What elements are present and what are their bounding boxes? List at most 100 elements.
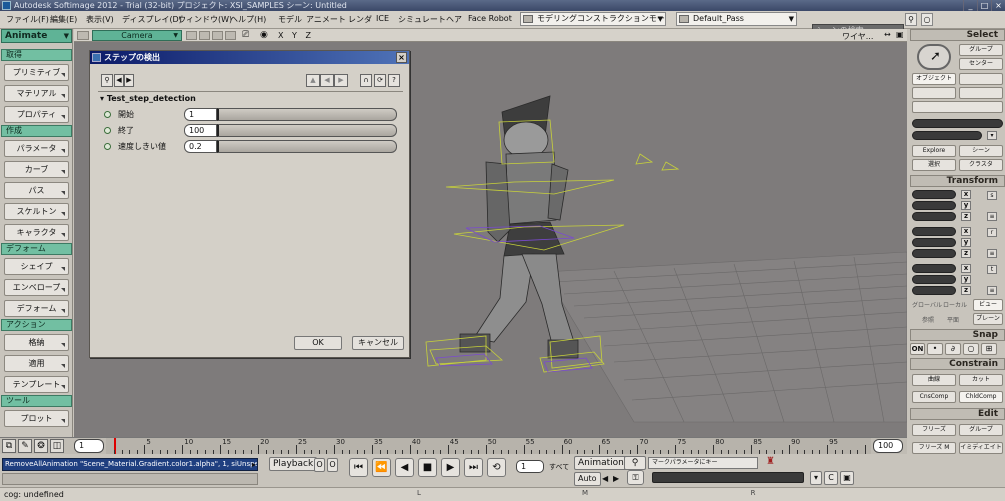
ok-button[interactable]: OK [294, 336, 342, 350]
material-button[interactable]: マテリアル [4, 85, 69, 102]
marked-parameters-bar[interactable] [652, 472, 804, 483]
minimize-button[interactable]: _ [963, 0, 977, 11]
animation-menu-button[interactable]: Animation [574, 456, 628, 470]
loop-icon[interactable]: ⟲ [487, 458, 506, 477]
rotate-x-field[interactable] [912, 227, 956, 236]
mark-param-icon[interactable]: ♜ [766, 456, 775, 467]
playback-option-icon-2[interactable]: O [327, 458, 338, 472]
selection-menu-icon[interactable]: ▾ [987, 131, 997, 140]
scale-tool-icon[interactable]: s [987, 191, 997, 200]
z-axis-toggle[interactable]: z [961, 249, 971, 258]
character-button[interactable]: キャラクタ [4, 224, 69, 241]
menu-render[interactable]: レンダ [348, 14, 372, 25]
end-field[interactable]: 100 [184, 124, 217, 137]
refresh-marking-icon[interactable]: C [824, 471, 838, 485]
group-edit-button[interactable]: グループ [959, 424, 1003, 436]
transform-header[interactable]: Transform [910, 175, 1005, 187]
lock-icon[interactable]: ∩ [360, 74, 372, 87]
scale-menu-icon[interactable]: ≡ [987, 212, 997, 221]
menu-hair[interactable]: ヘア [446, 14, 462, 25]
menu-animate[interactable]: アニメート [306, 14, 346, 25]
camera-combo[interactable]: Camera ▼ [92, 30, 182, 41]
path-button[interactable]: パス [4, 182, 69, 199]
search-icon[interactable]: ⚲ [905, 13, 917, 26]
playback-option-icon[interactable]: O [314, 458, 325, 472]
snap-surface-icon[interactable]: ○ [963, 343, 979, 355]
scale-x-field[interactable] [912, 190, 956, 199]
immediate-button[interactable]: イミディエイト [959, 442, 1003, 454]
skeleton-button[interactable]: スケルトン [4, 203, 69, 220]
animation-divot-icon[interactable] [104, 143, 111, 150]
scale-y-field[interactable] [912, 201, 956, 210]
current-frame-field[interactable]: 1 [516, 460, 544, 473]
z-axis-toggle[interactable]: z [961, 212, 971, 221]
selection-button[interactable]: 選択 [912, 159, 956, 171]
viewport-option-icon[interactable]: ↔ [884, 30, 891, 39]
end-slider[interactable] [217, 124, 397, 137]
eye-icon[interactable]: ◉ [260, 30, 268, 40]
snap-curve-icon[interactable]: ∂ [945, 343, 961, 355]
center-select-button[interactable]: センター [959, 58, 1003, 70]
scene-layer-icon[interactable]: ⧉ [2, 439, 16, 453]
select-arrow-icon[interactable]: ➚ [917, 44, 951, 70]
cancel-button[interactable]: キャンセル [352, 336, 404, 350]
store-button[interactable]: 格納 [4, 334, 69, 351]
z-axis-toggle[interactable]: z [961, 286, 971, 295]
snap-point-icon[interactable]: • [927, 343, 943, 355]
layout-mode-combo[interactable]: モデリングコンストラクションモード ▼ [520, 12, 666, 26]
split-view-icon[interactable]: ◫ [50, 439, 64, 453]
curve-button[interactable]: カーブ [4, 161, 69, 178]
selection-field[interactable] [912, 119, 1003, 128]
marking-lock-icon[interactable]: ▣ [840, 471, 854, 485]
command-log-line[interactable]: RemoveAllAnimation "Scene_Material.Gradi… [2, 458, 258, 471]
maximize-viewport-icon[interactable]: ▣ [896, 30, 904, 39]
preset-left-icon[interactable]: ◀ [320, 74, 334, 87]
preset-right-icon[interactable]: ▶ [334, 74, 348, 87]
freeze-button[interactable]: フリーズ [912, 424, 956, 436]
chldcomp-button[interactable]: ChldComp [959, 391, 1003, 403]
plane-mode-label[interactable]: 平面 [947, 315, 959, 324]
start-slider[interactable] [217, 108, 397, 121]
parameter-button[interactable]: パラメータ [4, 140, 69, 157]
maximize-button[interactable]: □ [977, 0, 991, 11]
next-arrow-icon[interactable]: ▶ [124, 74, 134, 87]
script-input-field[interactable] [2, 473, 258, 485]
section-get[interactable]: 取得 [1, 49, 72, 61]
scene-button[interactable]: シーン [959, 145, 1003, 157]
constrain-header[interactable]: Constrain [910, 358, 1005, 370]
menu-simulate[interactable]: シミュレート [398, 14, 446, 25]
timeline-start-field[interactable]: 1 [74, 439, 104, 453]
x-axis-toggle[interactable]: x [961, 264, 971, 273]
menu-help[interactable]: ヘルプ(H) [230, 14, 266, 25]
cluster-button[interactable]: クラスタ [959, 159, 1003, 171]
rotate-menu-icon[interactable]: ≡ [987, 249, 997, 258]
y-axis-toggle[interactable]: y [961, 275, 971, 284]
cnscomp-button[interactable]: CnsComp [912, 391, 956, 403]
snap-on-toggle[interactable]: ON [910, 343, 925, 355]
playback-menu-button[interactable]: Playback [269, 457, 318, 471]
close-window-button[interactable]: × [991, 0, 1005, 11]
y-axis-toggle[interactable]: y [961, 238, 971, 247]
start-field[interactable]: 1 [184, 108, 217, 121]
curve-constrain-button[interactable]: 曲線 [912, 374, 956, 386]
section-create[interactable]: 作成 [1, 125, 72, 137]
timeline-ruler[interactable]: 5 10 15 20 25 30 35 40 45 50 55 60 65 70 75 80 85 90 95 [106, 438, 871, 454]
toolbar-mode-combo[interactable]: Animate ▼ [1, 29, 72, 43]
refresh-icon[interactable]: ⟳ [374, 74, 386, 87]
section-deform[interactable]: デフォーム [1, 243, 72, 255]
dialog-title-bar[interactable]: ステップの検出 × [90, 51, 409, 64]
object-select-button[interactable]: オブジェクト [912, 73, 956, 85]
last-frame-icon[interactable]: ⏭ [464, 458, 483, 477]
x-axis-toggle[interactable]: x [961, 227, 971, 236]
translate-y-field[interactable] [912, 275, 956, 284]
play-backward-icon[interactable]: ◀ [395, 458, 414, 477]
menu-model[interactable]: モデル [278, 14, 302, 25]
set-key-icon[interactable]: ⚿ [627, 470, 644, 485]
scale-z-field[interactable] [912, 212, 956, 221]
help-icon[interactable]: ? [388, 74, 400, 87]
select-slot-button-4[interactable] [912, 101, 1003, 113]
menu-display[interactable]: ディスプレイ(D) [122, 14, 182, 25]
cut-constrain-button[interactable]: カット [959, 374, 1003, 386]
previous-key-arrow-icon[interactable]: ◀ [602, 474, 608, 483]
deform-button[interactable]: デフォーム [4, 300, 69, 317]
